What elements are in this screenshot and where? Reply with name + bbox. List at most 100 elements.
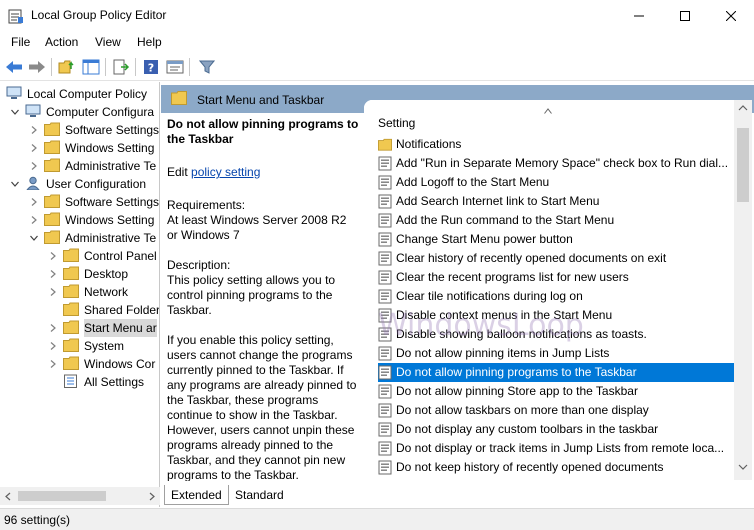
list-item[interactable]: Clear history of recently opened documen… [378,249,734,268]
tree-node-label: Software Settings [65,123,160,137]
help-button[interactable]: ? [141,57,161,77]
requirements-label: Requirements: [167,198,246,212]
list-item[interactable]: Do not allow taskbars on more than one d… [378,401,734,420]
tree-node[interactable]: Computer Configura [0,103,159,121]
chevron-right-icon[interactable] [49,324,57,332]
export-list-button[interactable] [111,57,131,77]
tree-node[interactable]: Software Settings [0,193,160,211]
list-item[interactable]: Clear the recent programs list for new u… [378,268,734,287]
list-item[interactable]: Do not display or track items in Jump Li… [378,439,734,458]
requirements: Requirements: At least Windows Server 20… [167,198,359,243]
list-item[interactable]: Do not allow pinning items in Jump Lists [378,344,734,363]
list-item[interactable]: Do not allow pinning Store app to the Ta… [378,382,734,401]
tree-node[interactable]: Administrative Te [0,229,159,247]
chevron-right-icon[interactable] [30,162,38,170]
settings-list: Setting Notifications Add "Run in Separat… [364,100,734,480]
folder-icon [171,91,187,105]
chevron-right-icon[interactable] [30,144,38,152]
forward-button[interactable] [27,57,47,77]
list-item-label: Do not allow pinning programs to the Tas… [396,365,637,379]
menu-help[interactable]: Help [137,35,162,49]
scroll-up-icon[interactable] [738,105,748,111]
tree-node-label: Windows Cor [84,357,156,371]
properties-icon [166,60,184,74]
tree-node[interactable]: Control Panel [0,247,159,265]
menu-file[interactable]: File [11,35,30,49]
tree-node[interactable]: Shared Folder [0,301,159,319]
chevron-right-icon[interactable] [49,252,57,260]
tree-node[interactable]: Administrative Te [0,157,159,175]
tree-node-label: Software Settings [65,195,160,209]
tree-node-label: All Settings [84,375,145,389]
chevron-down-icon[interactable] [30,234,38,242]
settings-list-icon [64,374,77,388]
chevron-right-icon[interactable] [49,342,57,350]
policy-icon [378,289,392,304]
tree-node[interactable]: Windows Setting [0,211,159,229]
close-button[interactable] [708,0,754,31]
scroll-right-icon[interactable] [149,492,155,501]
list-item[interactable]: Do not keep history of recently opened d… [378,458,734,477]
minimize-button[interactable] [616,0,662,31]
chevron-right-icon[interactable] [30,216,38,224]
status-text: 96 setting(s) [4,513,71,527]
tree-node[interactable]: Windows Setting [0,139,159,157]
list-item[interactable]: Add the Run command to the Start Menu [378,211,734,230]
policy-setting-link[interactable]: policy setting [191,165,260,179]
back-button[interactable] [4,57,24,77]
chevron-right-icon[interactable] [49,360,57,368]
window-title: Local Group Policy Editor [31,8,167,22]
filter-button[interactable] [197,57,217,77]
tree-node[interactable]: Network [0,283,159,301]
scroll-thumb[interactable] [18,491,106,501]
chevron-right-icon[interactable] [30,198,38,206]
list-item[interactable]: Do not allow pinning programs to the Tas… [378,363,734,382]
edit-line: Edit policy setting [167,165,359,180]
show-hide-tree-button[interactable] [81,57,101,77]
tree-node[interactable]: System [0,337,159,355]
chevron-down-icon[interactable] [11,108,19,116]
up-one-level-button[interactable] [57,57,77,77]
list-item[interactable]: Change Start Menu power button [378,230,734,249]
scroll-down-icon[interactable] [738,464,748,470]
setting-column-header[interactable]: Setting [364,100,734,135]
menu-action[interactable]: Action [45,35,78,49]
tree-node[interactable]: All Settings [0,373,159,391]
extended-description: Do not allow pinning programs to the Tas… [161,113,364,481]
list-item[interactable]: Add Logoff to the Start Menu [378,173,734,192]
chevron-down-icon[interactable] [11,180,19,188]
tree-node-label: Local Computer Policy [27,87,148,101]
vertical-scrollbar[interactable] [734,100,752,480]
list-item[interactable]: Do not display any custom toolbars in th… [378,420,734,439]
tree-node-label: User Configuration [46,177,147,191]
tree-node[interactable]: User Configuration [0,175,159,193]
maximize-button[interactable] [662,0,708,31]
chevron-right-icon[interactable] [49,270,57,278]
maximize-icon [680,10,690,21]
requirements-text: At least Windows Server 2008 R2 or Windo… [167,213,347,242]
tree-node[interactable]: Windows Cor [0,355,159,373]
folder-icon [44,158,60,172]
tree-node[interactable]: Local Computer Policy [0,85,159,103]
folder-icon [378,138,392,151]
list-item[interactable]: Clear tile notifications during log on [378,287,734,306]
scroll-thumb[interactable] [737,128,749,202]
tab-extended[interactable]: Extended [164,485,229,505]
chevron-right-icon[interactable] [30,126,38,134]
tree-horizontal-scrollbar[interactable] [0,487,160,505]
menu-bar: File Action View Help [0,31,754,53]
scroll-left-icon[interactable] [5,492,11,501]
tree-node[interactable]: Software Settings [0,121,160,139]
list-item[interactable]: Notifications [378,135,734,154]
tab-standard[interactable]: Standard [229,485,290,505]
list-item[interactable]: Add Search Internet link to Start Menu [378,192,734,211]
properties-button[interactable] [165,57,185,77]
edit-prefix: Edit [167,165,192,179]
list-item[interactable]: Add "Run in Separate Memory Space" check… [378,154,734,173]
menu-view[interactable]: View [95,35,121,49]
policy-icon [378,270,392,285]
tree-node[interactable]: Start Menu ar [0,319,159,337]
chevron-right-icon[interactable] [49,288,57,296]
console-tree-icon [82,59,100,75]
tree-node[interactable]: Desktop [0,265,159,283]
